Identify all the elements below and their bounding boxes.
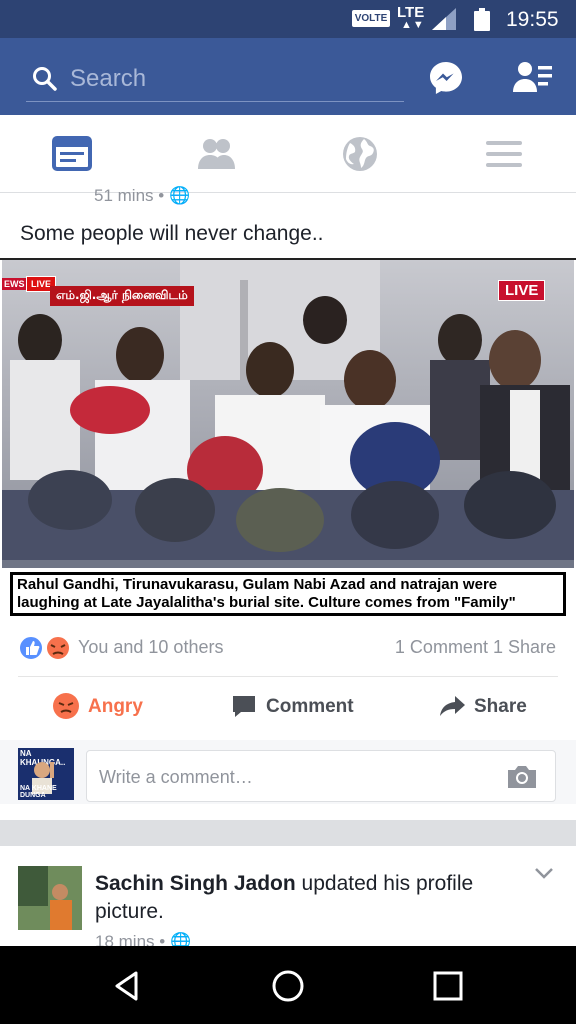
status-bar: VOLTE LTE ▲▼ 19:55 xyxy=(0,0,576,38)
search-bar[interactable] xyxy=(26,58,404,102)
camera-icon[interactable] xyxy=(505,763,539,791)
post-timestamp: 51 mins • 🌐 xyxy=(94,186,191,205)
clock: 19:55 xyxy=(506,8,559,31)
image-caption: Rahul Gandhi, Tirunavukarasu, Gulam Nabi… xyxy=(10,572,566,616)
feed-separator xyxy=(0,820,576,846)
friend-requests-icon[interactable] xyxy=(512,60,554,96)
angry-icon xyxy=(53,693,79,719)
channel-badge: EWS xyxy=(2,278,27,290)
author-name[interactable]: Sachin Singh Jadon xyxy=(95,872,296,895)
home-icon[interactable] xyxy=(270,968,306,1004)
messenger-icon[interactable] xyxy=(428,60,464,96)
author-avatar[interactable] xyxy=(18,866,82,930)
post-headline: Sachin Singh Jadon updated his profile p… xyxy=(95,872,474,923)
recent-apps-icon[interactable] xyxy=(430,968,466,1004)
comment-composer: NA KHAUNGA.. NA KHANE DUNGA xyxy=(0,740,576,804)
news-feed-icon[interactable] xyxy=(52,135,92,173)
data-arrows-icon: ▲▼ xyxy=(401,19,425,31)
live-tag-right: LIVE xyxy=(498,280,546,301)
comment-input[interactable] xyxy=(99,761,479,793)
location-banner: எம்.ஜி.ஆர் நினைவிடம் xyxy=(50,286,194,306)
signal-icon xyxy=(432,8,456,30)
comment-share-counts[interactable]: 1 Comment 1 Share xyxy=(395,637,556,658)
photo-scene xyxy=(2,260,574,568)
comment-field[interactable] xyxy=(86,750,556,802)
volte-badge: VOLTE xyxy=(352,10,390,27)
post-text: Some people will never change.. xyxy=(20,222,324,245)
search-icon xyxy=(33,67,57,91)
share-icon xyxy=(440,696,465,716)
back-icon[interactable] xyxy=(110,968,146,1004)
action-row: Angry Comment Share xyxy=(0,680,576,736)
notifications-globe-icon[interactable] xyxy=(340,135,380,173)
chevron-down-icon[interactable] xyxy=(534,866,554,880)
post-image[interactable]: EWS LIVE எம்.ஜி.ஆர் நினைவிடம் LIVE xyxy=(0,258,576,622)
feed-post: Sachin Singh Jadon updated his profile p… xyxy=(0,846,576,951)
nav-tabs xyxy=(0,115,576,193)
globe-icon: 🌐 xyxy=(168,186,191,205)
system-nav-bar xyxy=(0,946,576,1024)
commenter-avatar: NA KHAUNGA.. NA KHANE DUNGA xyxy=(18,748,74,800)
avatar-photo xyxy=(18,866,82,930)
search-input[interactable] xyxy=(70,62,390,96)
divider xyxy=(18,676,558,677)
reactions-summary[interactable]: You and 10 others 1 Comment 1 Share xyxy=(18,634,558,664)
reactions-text: You and 10 others xyxy=(78,637,224,657)
menu-icon[interactable] xyxy=(484,135,524,173)
reaction-icons xyxy=(18,635,71,661)
comment-icon xyxy=(233,696,255,717)
friends-icon[interactable] xyxy=(196,135,236,173)
battery-icon xyxy=(474,8,490,31)
